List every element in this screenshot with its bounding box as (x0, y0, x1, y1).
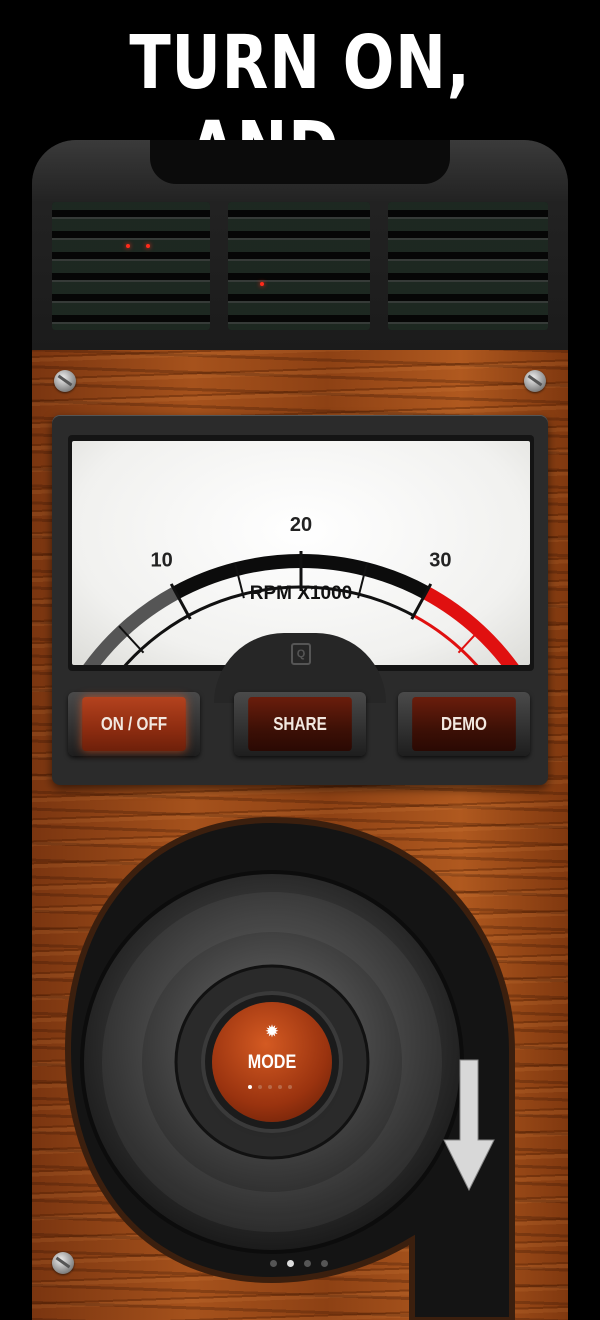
mode-label: MODE (247, 1052, 297, 1073)
page-dot[interactable] (321, 1260, 328, 1267)
scale-label: 30 (429, 549, 451, 571)
screw (54, 370, 76, 392)
scale-band-high (422, 586, 519, 665)
demo-button[interactable]: DEMO (398, 692, 530, 756)
mode-dot (278, 1085, 282, 1089)
led-indicator (126, 244, 130, 248)
on-off-label: ON / OFF (82, 697, 186, 751)
mode-dot (268, 1085, 272, 1089)
rpm-gauge: 010203040MINMAXRPM X1000 (72, 441, 530, 665)
page-dot[interactable] (304, 1260, 311, 1267)
meter-bezel: 010203040MINMAXRPM X1000 Q (68, 435, 534, 703)
screw (524, 370, 546, 392)
page-indicator[interactable] (270, 1260, 328, 1267)
speaker-grille-center (228, 202, 370, 330)
meter-panel: 010203040MINMAXRPM X1000 Q ON / OFF SHAR… (52, 415, 548, 785)
speaker-grille-left (52, 202, 210, 330)
demo-label: DEMO (412, 697, 516, 751)
mode-dot (258, 1085, 262, 1089)
mode-button[interactable]: ✹ MODE (212, 1002, 332, 1122)
notch (150, 140, 450, 184)
device-frame: 010203040MINMAXRPM X1000 Q ON / OFF SHAR… (32, 140, 568, 1320)
sun-icon: ✹ (264, 1022, 280, 1041)
mode-dot (288, 1085, 292, 1089)
unit-label: RPM X1000 (250, 583, 352, 604)
scale-band-low (83, 586, 180, 665)
scale-label: 20 (290, 514, 312, 536)
share-label: SHARE (248, 697, 352, 751)
speaker-panel (32, 140, 568, 350)
brand-logo: Q (291, 643, 311, 665)
led-indicator (260, 282, 264, 286)
page-dot[interactable] (287, 1260, 294, 1267)
on-off-button[interactable]: ON / OFF (68, 692, 200, 756)
mode-dot (248, 1085, 252, 1089)
scale-label: 10 (151, 549, 173, 571)
led-indicator (146, 244, 150, 248)
speaker-grille-right (388, 202, 548, 330)
share-button[interactable]: SHARE (234, 692, 366, 756)
page-dot[interactable] (270, 1260, 277, 1267)
mode-indicator (248, 1085, 298, 1091)
mode-dial-area: ✹ MODE (32, 800, 568, 1320)
